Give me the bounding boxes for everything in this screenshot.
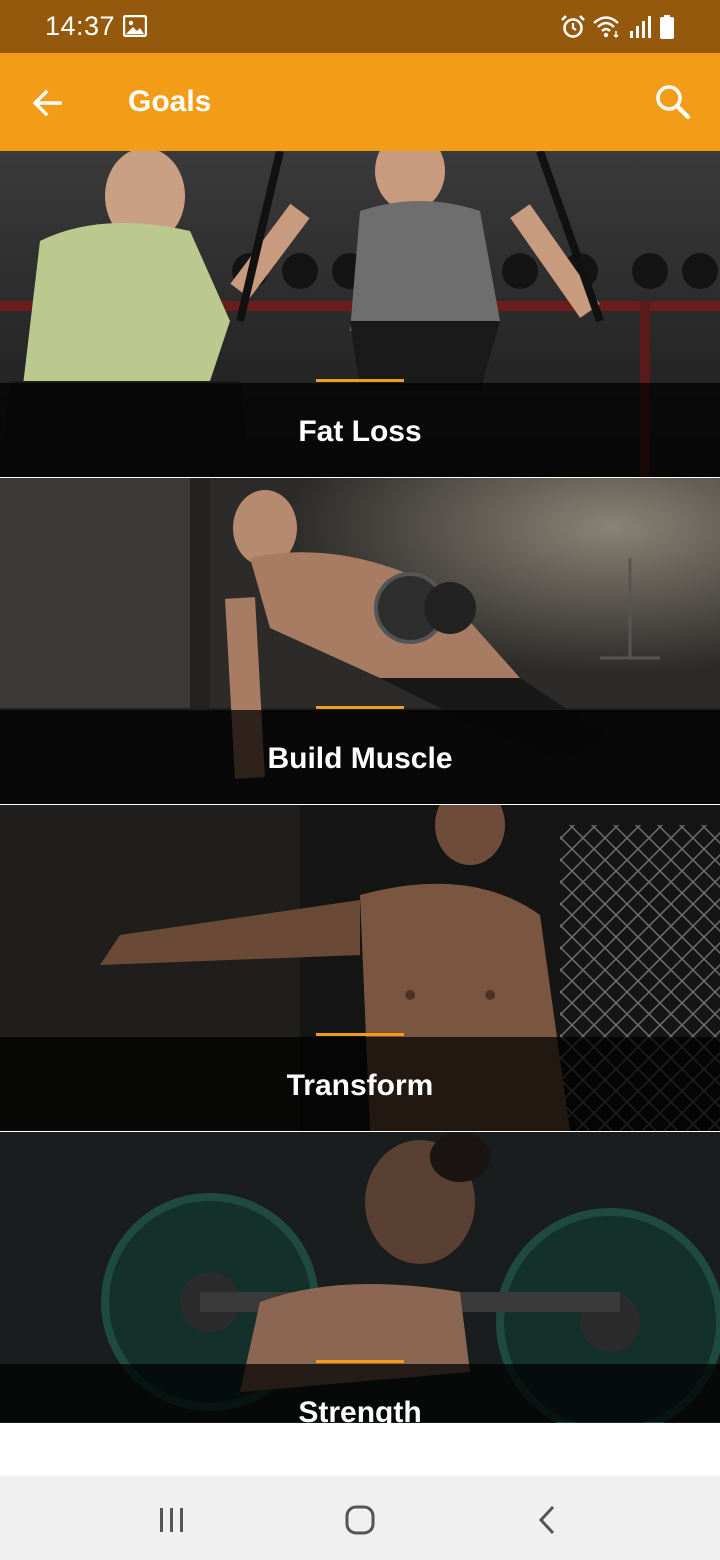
- goal-underline: [316, 706, 404, 709]
- back-button[interactable]: [24, 78, 74, 128]
- goal-card-build-muscle[interactable]: Build Muscle: [0, 478, 720, 804]
- goal-caption: Transform: [0, 1033, 720, 1131]
- search-button[interactable]: [648, 77, 698, 127]
- goal-caption: Fat Loss: [0, 379, 720, 477]
- goal-label-strength: Strength: [298, 1396, 422, 1423]
- goal-underline: [316, 1360, 404, 1363]
- status-icons: [560, 13, 676, 41]
- goal-underline: [316, 1033, 404, 1036]
- arrow-left-icon: [32, 89, 62, 117]
- goal-list: Fat Loss Build Muscle Transform Strength: [0, 151, 720, 1423]
- goal-underline: [316, 379, 404, 382]
- home-button[interactable]: [338, 1498, 382, 1542]
- recent-apps-button[interactable]: [150, 1498, 194, 1542]
- system-nav-bar: [0, 1476, 720, 1560]
- goal-caption: Build Muscle: [0, 706, 720, 804]
- page-title: Goals: [128, 85, 212, 118]
- status-bar: 14:37: [0, 0, 720, 53]
- goal-label-fat-loss: Fat Loss: [298, 415, 422, 448]
- home-icon: [345, 1505, 375, 1535]
- alarm-icon: [561, 15, 585, 38]
- status-time: 14:37: [45, 11, 116, 41]
- goal-card-fat-loss[interactable]: Fat Loss: [0, 151, 720, 477]
- gallery-icon: [123, 15, 147, 37]
- back-icon: [538, 1505, 555, 1535]
- goal-label-build-muscle: Build Muscle: [267, 742, 453, 775]
- app-bar: Goals: [0, 53, 720, 151]
- nav-back-button[interactable]: [526, 1498, 570, 1542]
- battery-icon: [660, 15, 674, 39]
- wifi-icon: [593, 16, 619, 39]
- recent-apps-icon: [160, 1508, 183, 1532]
- signal-icon: [630, 16, 651, 38]
- goal-label-transform: Transform: [286, 1069, 434, 1102]
- list-bottom-spacer: [0, 1423, 720, 1476]
- search-icon: [656, 85, 691, 120]
- goal-caption: Strength: [0, 1360, 720, 1423]
- goal-card-transform[interactable]: Transform: [0, 805, 720, 1131]
- goal-card-strength[interactable]: Strength: [0, 1132, 720, 1423]
